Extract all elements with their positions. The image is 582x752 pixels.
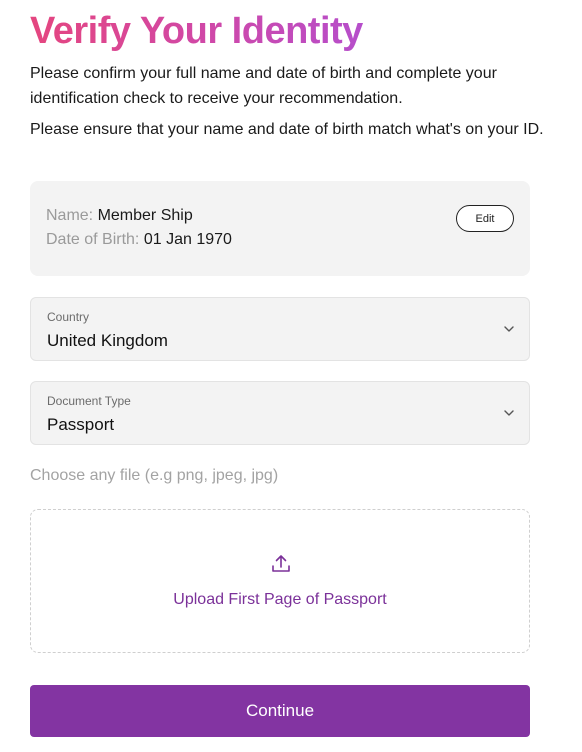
country-value: United Kingdom — [47, 331, 168, 350]
profile-summary-card: Name: Member Ship Date of Birth: 01 Jan … — [30, 181, 530, 276]
document-type-select[interactable]: Document Type Passport — [30, 381, 530, 445]
dob-value: 01 Jan 1970 — [143, 231, 232, 248]
edit-button[interactable]: Edit — [456, 205, 514, 232]
upload-icon — [272, 555, 290, 572]
document-type-label: Document Type — [47, 394, 131, 408]
name-value: Member Ship — [97, 207, 193, 224]
chevron-down-icon — [504, 326, 514, 332]
dob-row: Date of Birth: 01 Jan 1970 — [46, 231, 232, 249]
upload-label: Upload First Page of Passport — [173, 591, 387, 608]
country-label: Country — [47, 310, 90, 324]
verify-identity-page: Verify Your Identity Please confirm your… — [0, 0, 582, 752]
document-type-value: Passport — [47, 415, 115, 434]
country-select[interactable]: Country United Kingdom — [30, 297, 530, 361]
name-row: Name: Member Ship — [46, 207, 193, 225]
continue-button[interactable]: Continue — [30, 685, 530, 737]
page-title: Verify Your Identity — [30, 10, 363, 52]
file-type-hint: Choose any file (e.g png, jpeg, jpg) — [30, 467, 279, 484]
name-label: Name: — [46, 207, 94, 224]
dob-label: Date of Birth: — [46, 231, 140, 248]
id-match-notice: Please ensure that your name and date of… — [30, 121, 544, 138]
chevron-down-icon — [504, 410, 514, 416]
intro-text: Please confirm your full name and date o… — [30, 65, 497, 107]
upload-dropzone[interactable]: Upload First Page of Passport — [30, 509, 530, 653]
